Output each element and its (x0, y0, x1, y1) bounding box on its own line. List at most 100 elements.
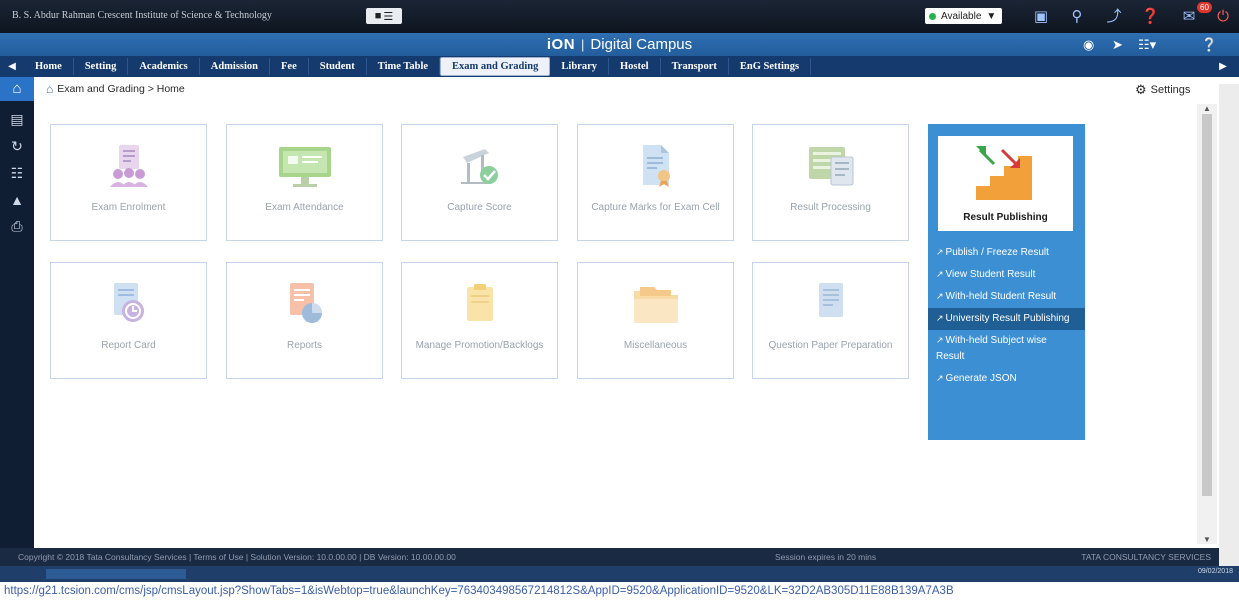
user-menu-button[interactable]: ■ ☰ (366, 8, 402, 24)
tile-capture-marks[interactable]: Capture Marks for Exam Cell (577, 124, 734, 241)
external-link-icon: ↗ (936, 291, 944, 301)
breadcrumb-path[interactable]: Exam and Grading > Home (57, 83, 185, 95)
publish-freeze-result-link[interactable]: ↗ Publish / Freeze Result (928, 242, 1085, 264)
ion-logo: iON (546, 36, 576, 53)
tile-exam-attendance[interactable]: Exam Attendance (226, 124, 383, 241)
scroll-up-icon[interactable]: ▲ (1197, 104, 1217, 113)
search-icon[interactable]: ⚲ (1068, 8, 1086, 26)
tile-exam-enrolment[interactable]: Exam Enrolment (50, 124, 207, 241)
calendar-icon[interactable]: ☷ (0, 165, 34, 182)
refresh-icon[interactable]: ↻ (0, 138, 34, 155)
breadcrumb-home-icon[interactable]: ⌂ (46, 82, 53, 96)
scrollbar-thumb[interactable] (1202, 114, 1212, 496)
menu-item-eng-settings[interactable]: EnG Settings (729, 58, 812, 75)
apps-grid-icon[interactable]: ☷▾ (1138, 35, 1156, 54)
taskbar-clock: 09/02/2018 (1197, 568, 1233, 575)
main-content: Exam Enrolment Exam Attendance Capture S (34, 100, 1214, 550)
tile-capture-score[interactable]: Capture Score (401, 124, 558, 241)
result-publishing-title: Result Publishing (963, 212, 1048, 223)
menu-scroll-left-icon[interactable]: ◀ (0, 61, 24, 72)
result-publishing-panel: Result Publishing ↗ Publish / Freeze Resu… (928, 124, 1085, 440)
footer-brand: TATA CONSULTANCY SERVICES (1081, 552, 1211, 562)
menu-item-hostel[interactable]: Hostel (609, 58, 661, 75)
menu-item-student[interactable]: Student (309, 58, 367, 75)
miscellaneous-icon (578, 281, 733, 327)
tile-question-paper[interactable]: Question Paper Preparation (752, 262, 909, 379)
availability-select[interactable]: Available ▼ (925, 8, 1003, 24)
os-taskbar: 09/02/2018 (0, 566, 1239, 582)
exam-enrolment-icon (51, 143, 206, 189)
result-publishing-card[interactable]: Result Publishing (938, 136, 1073, 231)
institution-name: B. S. Abdur Rahman Crescent Institute of… (12, 10, 272, 21)
share-icon[interactable]: ⤴ (1105, 8, 1123, 26)
menu-item-time-table[interactable]: Time Table (367, 58, 441, 75)
menu-item-exam-and-grading[interactable]: Exam and Grading (440, 57, 551, 76)
menu-item-library[interactable]: Library (550, 58, 609, 75)
tile-label: Question Paper Preparation (768, 340, 893, 351)
menu-item-home[interactable]: Home (24, 58, 74, 75)
result-publishing-links: ↗ Publish / Freeze Result ↗ View Student R… (928, 242, 1085, 390)
university-result-publishing-link[interactable]: ↗ University Result Publishing (928, 308, 1085, 330)
external-link-icon: ↗ (936, 313, 944, 323)
capture-marks-icon (578, 143, 733, 189)
footer-copyright: Copyright © 2018 Tata Consultancy Servic… (18, 552, 456, 562)
generate-json-link[interactable]: ↗ Generate JSON (928, 368, 1085, 390)
menu-scroll-right-icon[interactable]: ▶ (1207, 61, 1239, 72)
report-card-icon (51, 281, 206, 327)
content-scrollbar[interactable]: ▲ ▼ (1197, 104, 1217, 544)
external-link-icon: ↗ (936, 247, 944, 257)
url-text: https://g21.tcsion.com/cms/jsp/cmsLayout… (4, 585, 954, 597)
tile-miscellaneous[interactable]: Miscellaneous (577, 262, 734, 379)
help-icon[interactable]: ❔ (1201, 35, 1217, 54)
tile-label: Capture Score (447, 202, 512, 213)
tile-label: Exam Enrolment (91, 202, 166, 213)
top-bar: B. S. Abdur Rahman Crescent Institute of… (0, 0, 1239, 33)
availability-value: Available (941, 10, 982, 22)
result-publishing-icon (975, 146, 1032, 200)
breadcrumb: ⌂ Exam and Grading > Home (46, 82, 185, 96)
menu-item-academics[interactable]: Academics (128, 58, 200, 75)
question-paper-icon (753, 281, 908, 327)
power-icon[interactable]: ⏻ (1214, 8, 1232, 26)
gear-icon: ⚙ (1135, 82, 1147, 97)
warning-icon[interactable]: ▲ (0, 192, 34, 208)
home-icon[interactable]: ⌂ (0, 77, 34, 101)
user-icon: ■ (374, 10, 382, 22)
product-name: Digital Campus (590, 36, 693, 53)
tile-manage-promotion[interactable]: Manage Promotion/Backlogs (401, 262, 558, 379)
tile-report-card[interactable]: Report Card (50, 262, 207, 379)
menu-item-setting[interactable]: Setting (74, 58, 129, 75)
tile-result-processing[interactable]: Result Processing (752, 124, 909, 241)
settings-button[interactable]: ⚙ Settings (1135, 82, 1190, 98)
tile-label: Report Card (101, 340, 156, 351)
session-expiry: Session expires in 20 mins (775, 552, 877, 562)
status-url: https://g21.tcsion.com/cms/jsp/cmsLayout… (0, 582, 1239, 600)
printer-icon[interactable]: ⎙ (0, 218, 34, 235)
taskbar-window-button[interactable] (46, 569, 186, 579)
manage-promotion-icon (402, 281, 557, 327)
result-processing-icon (753, 143, 908, 189)
main-menu: ◀ Home Setting Academics Admission Fee S… (0, 56, 1239, 77)
camera-icon[interactable]: ▣ (1032, 8, 1050, 26)
menu-item-fee[interactable]: Fee (270, 58, 309, 75)
withheld-subject-wise-result-link[interactable]: ↗ With-held Subject wise Result (928, 330, 1085, 368)
scroll-down-icon[interactable]: ▼ (1197, 535, 1217, 544)
menu-item-transport[interactable]: Transport (661, 58, 729, 75)
notification-bell-icon[interactable]: ✉ (1180, 8, 1198, 26)
tile-reports[interactable]: Reports (226, 262, 383, 379)
menu-item-admission[interactable]: Admission (200, 58, 270, 75)
page-scrollbar[interactable] (1219, 84, 1239, 566)
settings-label: Settings (1150, 84, 1191, 96)
external-link-icon: ↗ (936, 373, 944, 383)
reports-icon (227, 281, 382, 327)
status-dot-icon (929, 12, 936, 20)
tile-label: Exam Attendance (265, 202, 344, 213)
globe-icon[interactable]: ◉ (1083, 35, 1094, 54)
download-icon[interactable]: ➤ (1112, 35, 1123, 54)
tile-label: Result Processing (790, 202, 871, 213)
help-circle-icon[interactable]: ❓ (1141, 8, 1160, 26)
withheld-student-result-link[interactable]: ↗ With-held Student Result (928, 286, 1085, 308)
view-student-result-link[interactable]: ↗ View Student Result (928, 264, 1085, 286)
external-link-icon: ↗ (936, 269, 944, 279)
database-icon[interactable]: ▤ (0, 111, 34, 128)
